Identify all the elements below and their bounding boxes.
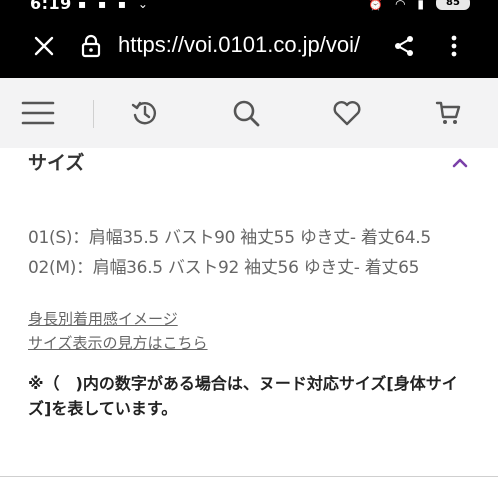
history-icon[interactable] <box>121 90 169 136</box>
browser-url-bar: https://voi.0101.co.jp/voi/ <box>0 14 498 78</box>
size-row-s: 01(S)：肩幅35.5 バスト90 袖丈55 ゆき丈- 着丈64.5 <box>28 228 431 248</box>
size-guide-link[interactable]: サイズ表示の見方はこちら <box>28 332 208 353</box>
battery-indicator: 85 <box>436 0 470 10</box>
size-section-header[interactable]: サイズ <box>0 148 498 182</box>
section-title: サイズ <box>28 152 85 174</box>
share-icon[interactable] <box>386 28 422 64</box>
divider <box>0 476 498 477</box>
url-text[interactable]: https://voi.0101.co.jp/voi/ <box>118 32 360 58</box>
heart-icon[interactable] <box>323 90 371 136</box>
status-notification-icons: ▪ ▪ ▪ ⌄ <box>78 0 152 11</box>
chevron-up-icon[interactable] <box>448 152 472 174</box>
search-icon[interactable] <box>222 90 270 136</box>
status-connectivity-icons: ⏰ ◠ ▮ <box>368 0 428 11</box>
cart-icon[interactable] <box>424 90 472 136</box>
nav-divider <box>93 100 94 128</box>
more-icon[interactable] <box>440 28 468 64</box>
body-image-link[interactable]: 身長別着用感イメージ <box>28 308 178 329</box>
status-bar: 6:19 ▪ ▪ ▪ ⌄ ⏰ ◠ ▮ 85 <box>0 0 498 14</box>
close-icon[interactable] <box>26 28 62 64</box>
hamburger-menu-icon[interactable] <box>14 90 62 136</box>
nude-size-note: ※（ )内の数字がある場合は、ヌード対応サイズ[身体サイズ]を表しています。 <box>28 374 458 418</box>
site-nav <box>0 78 498 148</box>
lock-icon[interactable] <box>76 30 106 62</box>
size-row-m: 02(M)：肩幅36.5 バスト92 袖丈56 ゆき丈- 着丈65 <box>28 258 420 278</box>
status-time: 6:19 <box>30 0 72 13</box>
